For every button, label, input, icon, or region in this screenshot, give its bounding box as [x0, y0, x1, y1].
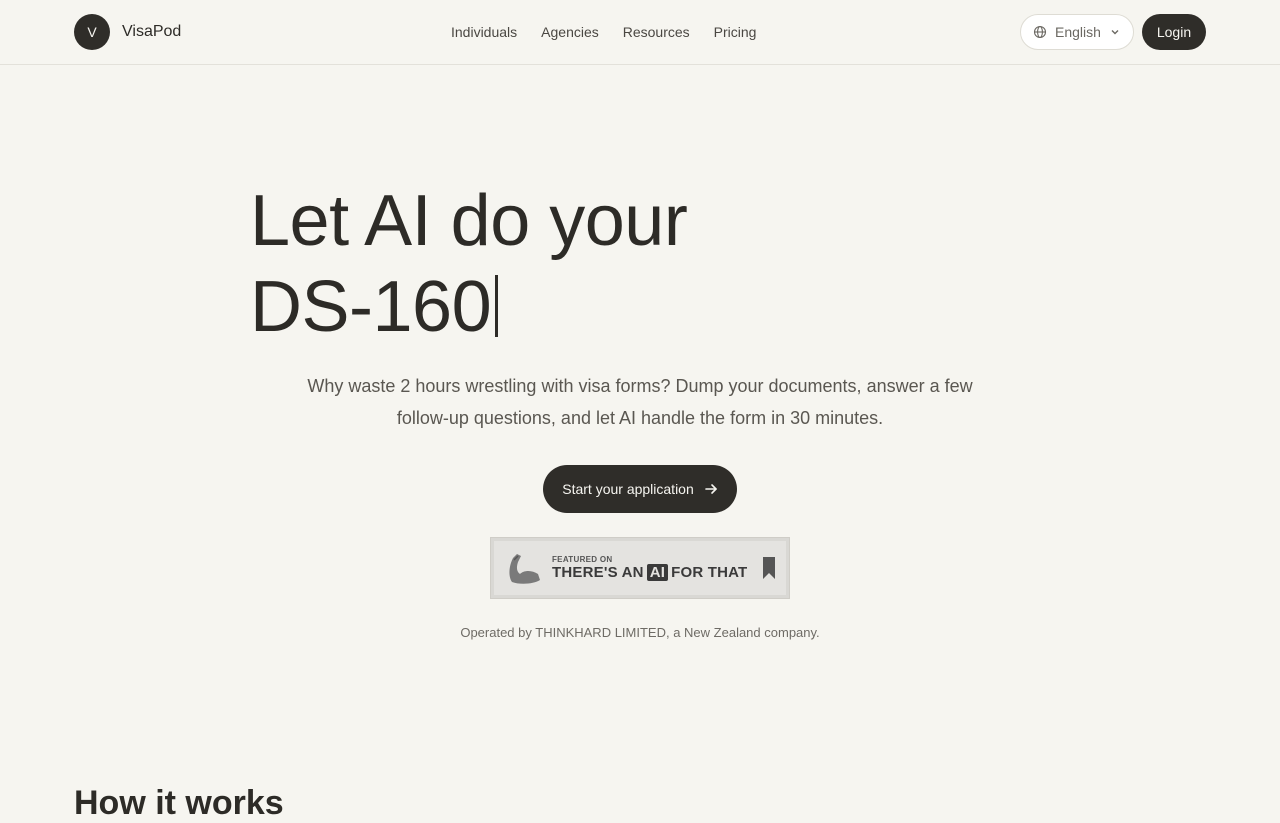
nav-item-resources[interactable]: Resources [623, 22, 690, 42]
hero-subtitle: Why waste 2 hours wrestling with visa fo… [307, 376, 973, 428]
hero-title: Let AI do your DS-160 [250, 178, 688, 350]
operator-notice: Operated by THINKHARD LIMITED, a New Zea… [460, 625, 820, 640]
brand-home-link[interactable]: V VisaPod [74, 14, 181, 50]
nav-item-agencies[interactable]: Agencies [541, 22, 599, 42]
hero-title-line-2: DS-160 [250, 264, 687, 350]
brand-avatar: V [74, 14, 110, 50]
featured-on-label: FEATURED ON [552, 555, 613, 564]
start-application-button[interactable]: Start your application [543, 465, 737, 513]
badge-title-start: THERE'S AN [552, 564, 644, 581]
featured-badge: FEATURED ON THERE'S AN AI FOR THAT [494, 541, 786, 595]
hero-title-typed-word: DS-160 [250, 267, 492, 347]
nav-item-pricing[interactable]: Pricing [714, 22, 757, 42]
language-selected-label: English [1055, 24, 1101, 40]
chevron-down-icon [1109, 26, 1121, 38]
arrow-right-icon [704, 482, 718, 496]
main-nav: Individuals Agencies Resources Pricing [451, 22, 756, 42]
language-select[interactable]: English [1020, 14, 1134, 50]
featured-badge-text: FEATURED ON THERE'S AN AI FOR THAT [552, 555, 747, 581]
site-header: V VisaPod Individuals Agencies Resources… [0, 0, 1280, 65]
bookmark-icon [762, 556, 776, 580]
hero-title-line-1: Let AI do your [250, 181, 688, 261]
badge-title-ai: AI [646, 564, 669, 581]
globe-icon [1033, 25, 1047, 39]
how-it-works-heading: How it works [74, 784, 284, 822]
typing-caret [495, 275, 499, 337]
nav-item-individuals[interactable]: Individuals [451, 22, 517, 42]
flexed-arm-icon [504, 548, 544, 588]
badge-title: THERE'S AN AI FOR THAT [552, 564, 747, 581]
brand-name: VisaPod [122, 23, 182, 40]
start-application-label: Start your application [562, 481, 694, 497]
login-button[interactable]: Login [1142, 14, 1206, 50]
featured-badge-link[interactable]: FEATURED ON THERE'S AN AI FOR THAT [490, 537, 790, 599]
badge-title-end: FOR THAT [671, 564, 748, 581]
